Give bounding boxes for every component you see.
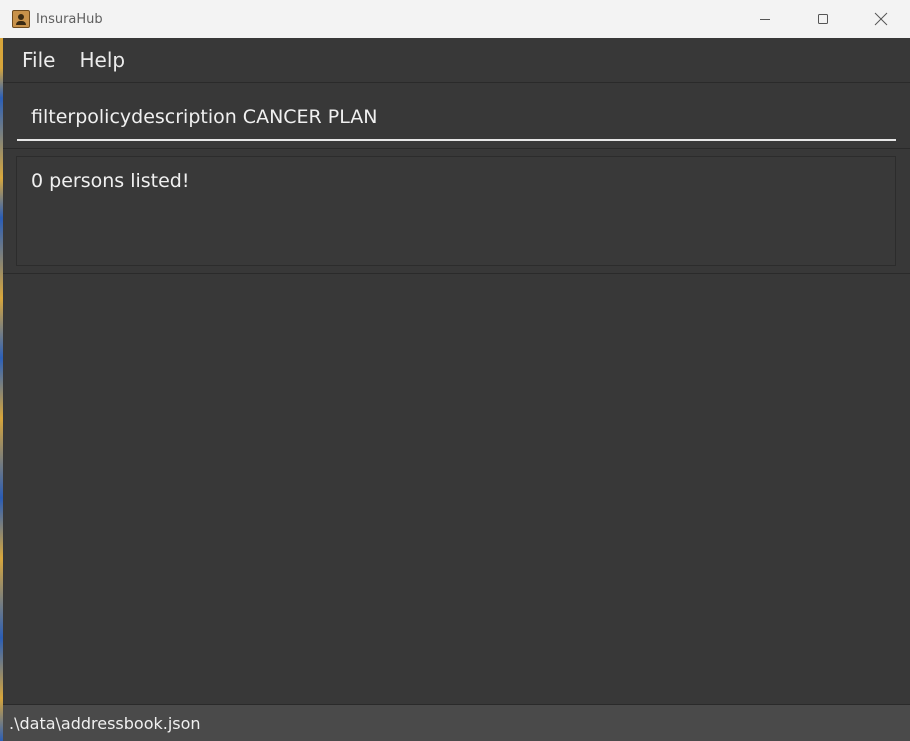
app-window: InsuraHub File Help 0 persons listed! .\… bbox=[0, 0, 910, 741]
menu-bar: File Help bbox=[3, 38, 910, 82]
app-icon bbox=[12, 10, 30, 28]
result-message: 0 persons listed! bbox=[31, 170, 190, 192]
command-input[interactable] bbox=[17, 95, 896, 141]
minimize-icon bbox=[760, 19, 770, 20]
person-list-panel[interactable] bbox=[3, 274, 910, 704]
result-display: 0 persons listed! bbox=[16, 156, 896, 266]
menu-file[interactable]: File bbox=[10, 38, 67, 82]
maximize-button[interactable] bbox=[794, 0, 852, 38]
status-bar: .\data\addressbook.json bbox=[3, 704, 910, 741]
close-icon bbox=[874, 12, 888, 26]
menu-help[interactable]: Help bbox=[67, 38, 137, 82]
save-location-text: .\data\addressbook.json bbox=[9, 714, 201, 733]
result-display-pane: 0 persons listed! bbox=[3, 148, 910, 274]
maximize-icon bbox=[818, 14, 828, 24]
close-button[interactable] bbox=[852, 0, 910, 38]
window-title: InsuraHub bbox=[36, 11, 103, 27]
command-box-pane bbox=[3, 82, 910, 148]
title-bar[interactable]: InsuraHub bbox=[0, 0, 910, 38]
minimize-button[interactable] bbox=[736, 0, 794, 38]
window-controls bbox=[736, 0, 910, 38]
